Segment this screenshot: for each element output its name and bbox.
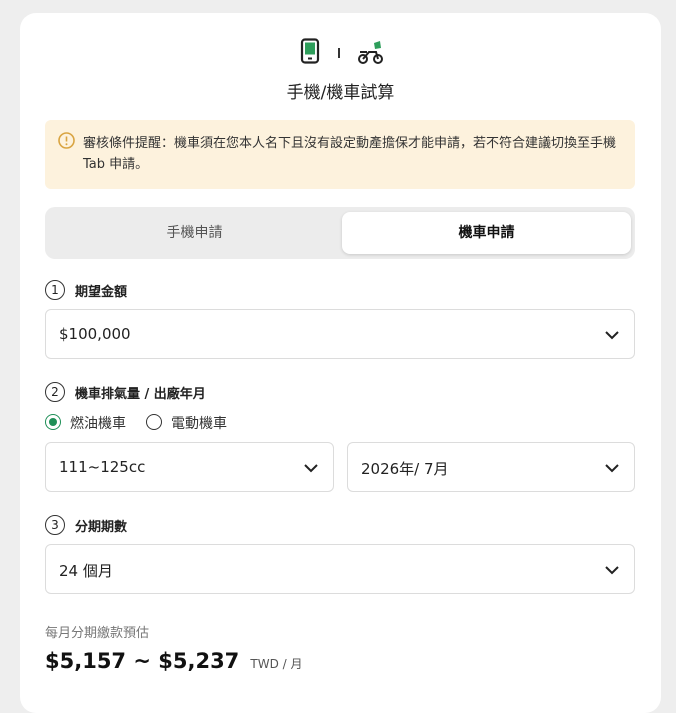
notice-text: 審核條件提醒：機車須在您本人名下且沒有設定動產擔保才能申請，若不符合建議切換至手… — [83, 136, 617, 172]
step-label: 分期期數 — [75, 520, 128, 535]
chevron-down-icon — [604, 460, 620, 480]
amount-value: $100,000 — [59, 325, 131, 343]
step-label: 期望金額 — [75, 285, 128, 300]
mode-icons — [20, 38, 661, 68]
tab-phone-apply[interactable]: 手機申請 — [50, 212, 339, 254]
icon-separator — [338, 48, 340, 58]
notice-banner: 審核條件提醒：機車須在您本人名下且沒有設定動產擔保才能申請，若不符合建議切換至手… — [45, 120, 635, 189]
chevron-down-icon — [604, 562, 620, 582]
page-title: 手機/機車試算 — [286, 83, 395, 103]
radio-checked-icon — [45, 414, 61, 430]
manufacture-date-value: 2026年/ 7月 — [361, 460, 449, 478]
step-label: 機車排氣量 / 出廠年月 — [75, 387, 206, 402]
installment-select[interactable]: 24 個月 — [45, 544, 635, 594]
displacement-select[interactable]: 111~125cc — [45, 442, 334, 492]
warning-icon — [58, 132, 75, 153]
installment-value: 24 個月 — [59, 562, 113, 580]
chevron-down-icon — [303, 460, 319, 480]
manufacture-date-select[interactable]: 2026年/ 7月 — [347, 442, 635, 492]
estimate-unit: TWD / 月 — [250, 657, 303, 671]
radio-label: 燃油機車 — [70, 416, 126, 432]
phone-icon — [300, 38, 320, 68]
calculator-card: 手機/機車試算 審核條件提醒：機車須在您本人名下且沒有設定動產擔保才能申請，若不… — [20, 13, 661, 713]
displacement-value: 111~125cc — [59, 458, 146, 476]
radio-label: 電動機車 — [171, 416, 227, 432]
apply-tabs: 手機申請 機車申請 — [45, 207, 635, 259]
estimate-row: $5,157 ~ $5,237 TWD / 月 — [45, 649, 303, 673]
estimate-amount: $5,157 ~ $5,237 — [45, 649, 240, 673]
radio-unchecked-icon — [146, 414, 162, 430]
estimate-label: 每月分期繳款預估 — [45, 626, 150, 641]
step-number: 2 — [45, 382, 65, 402]
tab-motorcycle-apply[interactable]: 機車申請 — [342, 212, 631, 254]
step-number: 3 — [45, 515, 65, 535]
chevron-down-icon — [604, 327, 620, 347]
step-number: 1 — [45, 280, 65, 300]
motorcycle-icon — [357, 39, 385, 69]
amount-select[interactable]: $100,000 — [45, 309, 635, 359]
